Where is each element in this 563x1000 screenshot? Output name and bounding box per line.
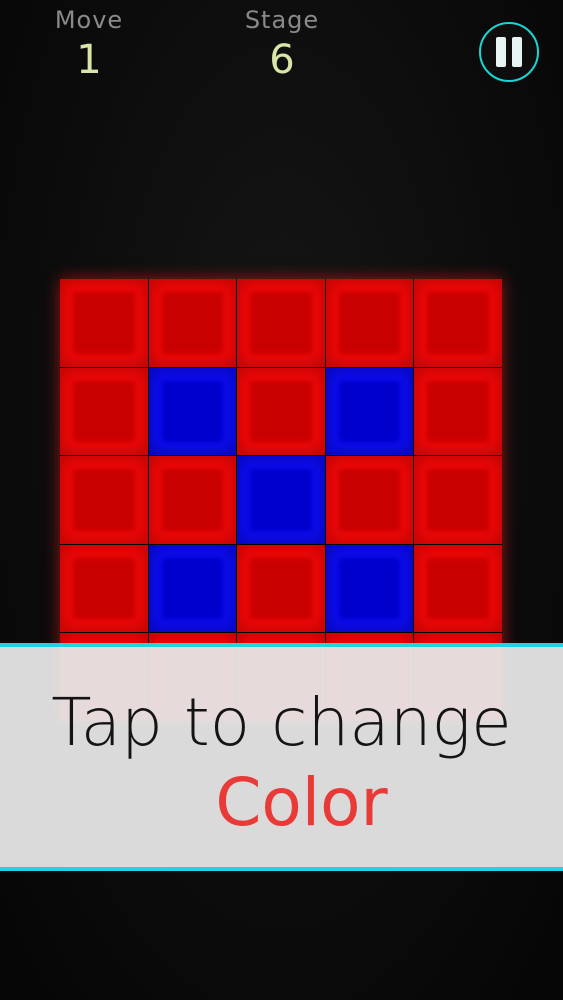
pause-button[interactable] [479,22,539,82]
board-cell[interactable] [60,544,148,633]
move-counter: Move 1 [34,6,144,86]
board-cell[interactable] [325,456,414,544]
board-cell[interactable] [60,456,148,544]
move-value: 1 [76,37,102,83]
board-cell[interactable] [148,367,237,456]
board-cell[interactable] [325,544,414,633]
board-cell[interactable] [148,279,237,367]
move-label: Move [54,6,124,34]
board-cell[interactable] [148,456,237,544]
board-cell[interactable] [414,367,502,456]
stage-label: Stage [244,6,320,34]
board-cell[interactable] [237,367,325,456]
stage-counter: Stage 6 [227,6,337,86]
board-cell[interactable] [237,456,325,544]
board-cell[interactable] [414,456,502,544]
stage-value: 6 [269,37,295,83]
tutorial-overlay[interactable]: Tap to change Color [0,643,563,871]
board-cell[interactable] [237,544,325,633]
hint-text: Tap to change [51,684,512,761]
board-cell[interactable] [60,367,148,456]
hint-highlight: Color [215,764,388,841]
pause-icon [496,37,506,67]
board-cell[interactable] [325,279,414,367]
board-cell[interactable] [414,279,502,367]
board-cell[interactable] [237,279,325,367]
board-cell[interactable] [414,544,502,633]
board-cell[interactable] [325,367,414,456]
pause-icon-bar [512,37,522,67]
board-cell[interactable] [60,279,148,367]
board-cell[interactable] [148,544,237,633]
